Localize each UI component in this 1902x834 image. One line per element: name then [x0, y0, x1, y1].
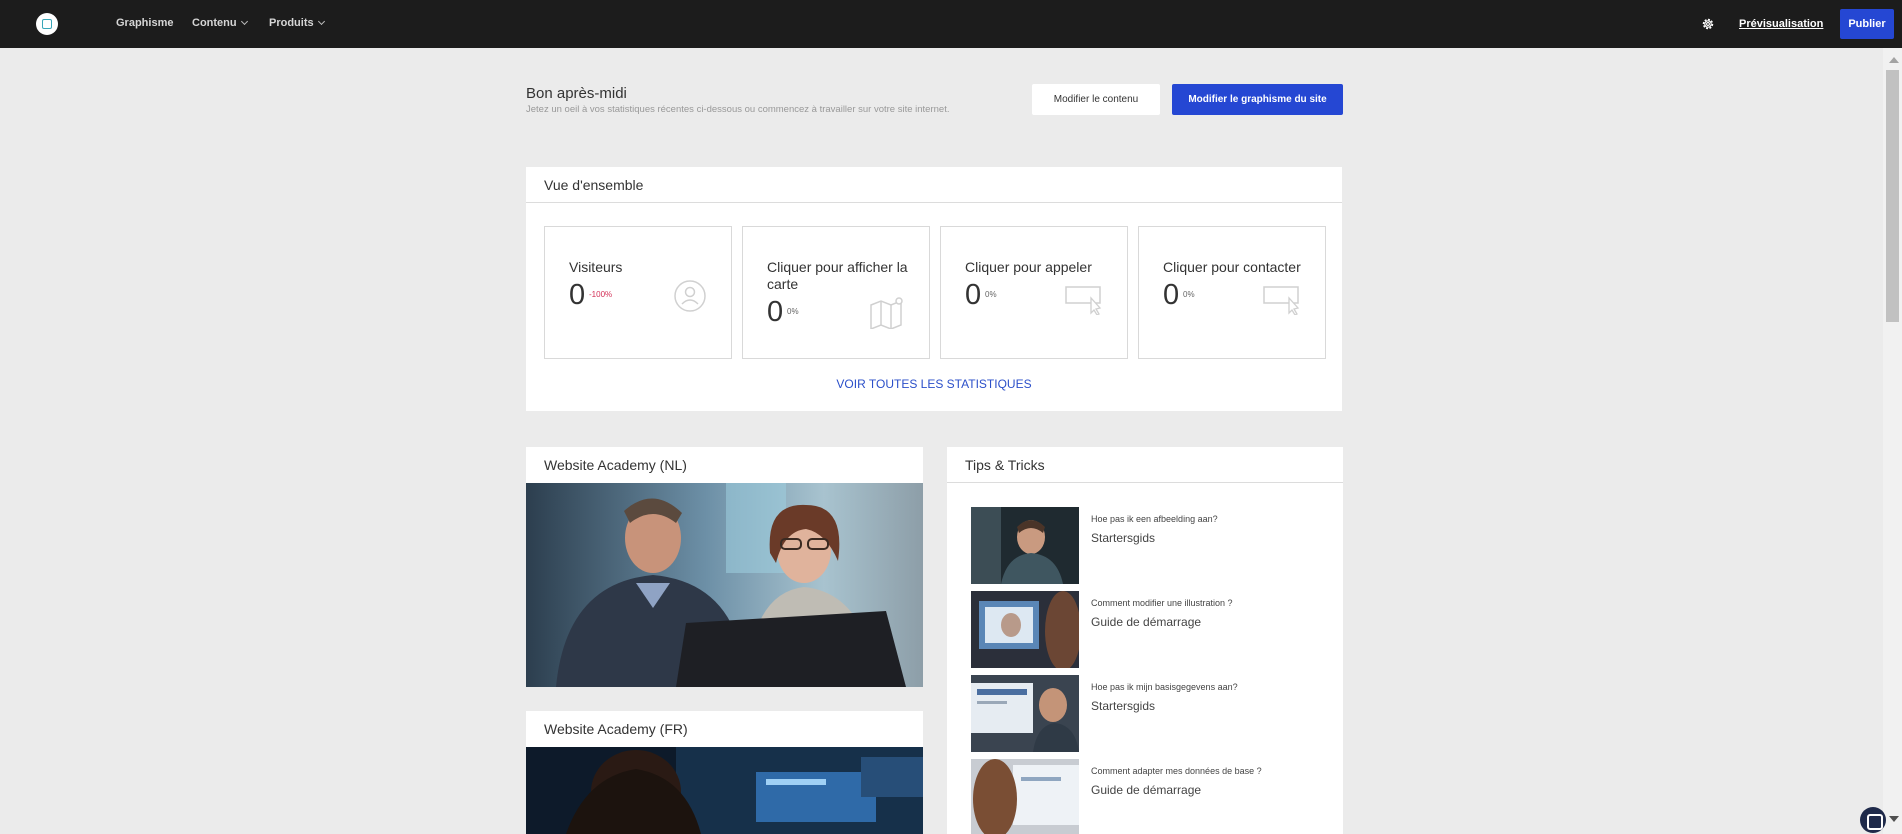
scrollbar-thumb[interactable] [1886, 70, 1899, 322]
academy-nl-title: Website Academy (NL) [544, 457, 687, 473]
scroll-down-arrow-icon[interactable] [1889, 816, 1899, 822]
top-bar: Graphisme Contenu Produits Prévisualisat… [0, 0, 1902, 48]
stat-delta: -100% [589, 290, 613, 299]
tip-question: Hoe pas ik een afbeelding aan? [1091, 514, 1218, 524]
stat-value: 0 [1163, 279, 1180, 311]
tip-category: Startersgids [1091, 531, 1156, 545]
nav-graphisme[interactable]: Graphisme [116, 17, 173, 29]
stat-delta: 0% [1183, 290, 1195, 299]
all-stats-link[interactable]: VOIR TOUTES LES STATISTIQUES [526, 377, 1342, 391]
stat-card-call[interactable]: Cliquer pour appeler 0 0% [940, 226, 1128, 359]
click-icon [1065, 286, 1102, 315]
stat-label: Cliquer pour afficher la carte [767, 259, 908, 292]
stat-delta: 0% [985, 290, 997, 299]
academy-nl-panel: Website Academy (NL) [526, 447, 923, 687]
nav-label: Graphisme [116, 17, 174, 29]
edit-design-button[interactable]: Modifier le graphisme du site [1172, 84, 1343, 115]
help-widget-icon[interactable] [1860, 807, 1886, 833]
person-icon [674, 280, 706, 312]
divider [526, 202, 1342, 203]
map-icon [870, 297, 903, 329]
overview-title: Vue d'ensemble [544, 177, 644, 193]
preview-link[interactable]: Prévisualisation [1739, 18, 1823, 30]
scroll-up-arrow-icon[interactable] [1889, 57, 1899, 63]
divider [947, 482, 1343, 483]
stat-value: 0 [965, 279, 982, 311]
stat-delta: 0% [787, 307, 799, 316]
stat-value: 0 [767, 296, 784, 328]
overview-panel: Vue d'ensemble Visiteurs 0 -100% Cliquer… [526, 167, 1342, 411]
stat-label: Visiteurs [569, 259, 623, 275]
tip-question: Comment adapter mes données de base ? [1091, 766, 1262, 776]
tip-category: Guide de démarrage [1091, 783, 1202, 797]
tip-thumbnail [971, 759, 1079, 834]
tip-category: Guide de démarrage [1091, 615, 1202, 629]
stat-card-map[interactable]: Cliquer pour afficher la carte 0 0% [742, 226, 930, 359]
stat-value: 0 [569, 279, 586, 311]
academy-fr-panel: Website Academy (FR) [526, 711, 923, 834]
nav-produits[interactable]: Produits [269, 17, 325, 29]
chevron-down-icon [240, 17, 248, 26]
publish-button[interactable]: Publier [1840, 9, 1894, 39]
nav-label: Contenu [192, 17, 237, 29]
academy-fr-image[interactable] [526, 747, 923, 834]
tips-title: Tips & Tricks [965, 457, 1045, 473]
tips-panel: Tips & Tricks Hoe pas ik een afbeelding … [947, 447, 1343, 834]
nav-contenu[interactable]: Contenu [192, 17, 248, 29]
tip-question: Comment modifier une illustration ? [1091, 598, 1233, 608]
greeting-subtitle: Jetez un oeil à vos statistiques récente… [526, 104, 950, 115]
greeting-title: Bon après-midi [526, 85, 627, 102]
tip-category: Startersgids [1091, 699, 1156, 713]
academy-fr-title: Website Academy (FR) [544, 721, 688, 737]
chevron-down-icon [317, 17, 325, 26]
edit-content-button[interactable]: Modifier le contenu [1032, 84, 1160, 115]
nav-label: Produits [269, 17, 314, 29]
gear-icon[interactable] [1701, 17, 1715, 31]
tip-thumbnail [971, 507, 1079, 584]
logo-icon[interactable] [36, 13, 58, 35]
stat-label: Cliquer pour contacter [1163, 259, 1301, 275]
stat-label: Cliquer pour appeler [965, 259, 1092, 275]
scrollbar[interactable] [1883, 48, 1902, 834]
tip-thumbnail [971, 591, 1079, 668]
click-icon [1263, 286, 1300, 315]
stat-card-visitors[interactable]: Visiteurs 0 -100% [544, 226, 732, 359]
tip-question: Hoe pas ik mijn basisgegevens aan? [1091, 682, 1238, 692]
stat-card-contact[interactable]: Cliquer pour contacter 0 0% [1138, 226, 1326, 359]
academy-nl-image[interactable] [526, 483, 923, 687]
tip-thumbnail [971, 675, 1079, 752]
